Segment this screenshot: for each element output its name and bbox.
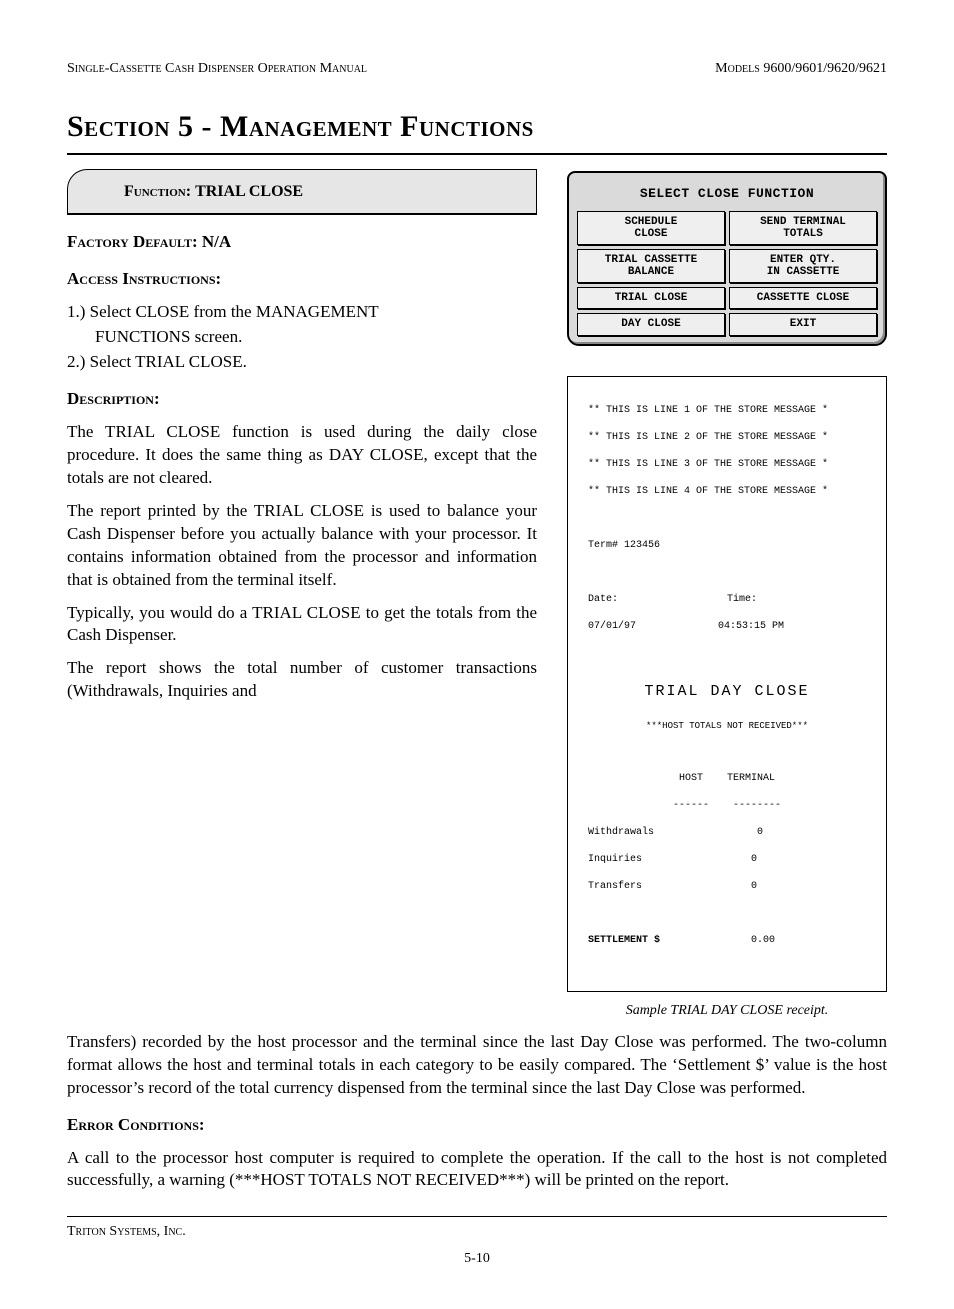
description-p4a: The report shows the total number of cus…: [67, 657, 537, 703]
section-title: Section 5 - Management Functions: [67, 107, 887, 148]
receipt-dash: ------ --------: [588, 799, 866, 813]
footer-company: Triton Systems, Inc.: [67, 1223, 887, 1242]
receipt-caption: Sample TRIAL DAY CLOSE receipt.: [567, 1002, 887, 1021]
rule-under-title: [67, 153, 887, 155]
receipt-settlement-lbl: SETTLEMENT $: [588, 934, 660, 948]
error-paragraph: A call to the processor host computer is…: [67, 1147, 887, 1193]
receipt-msg-1: ** THIS IS LINE 1 OF THE STORE MESSAGE *: [588, 404, 866, 418]
description-label: Description:: [67, 388, 537, 411]
receipt-time-val: 04:53:15 PM: [718, 620, 784, 634]
access-step-1a: 1.) Select CLOSE from the MANAGEMENT: [67, 301, 537, 324]
access-instructions-label: Access Instructions:: [67, 268, 537, 291]
receipt-date-val: 07/01/97: [588, 620, 636, 634]
receipt-term: Term# 123456: [588, 539, 866, 553]
error-conditions-label: Error Conditions:: [67, 1114, 887, 1137]
receipt-msg-2: ** THIS IS LINE 2 OF THE STORE MESSAGE *: [588, 431, 866, 445]
receipt-not-received: ***HOST TOTALS NOT RECEIVED***: [588, 720, 866, 732]
atm-btn-enter-qty-in-cassette[interactable]: ENTER QTY. IN CASSETTE: [729, 249, 877, 283]
running-head-right: Models 9600/9601/9620/9621: [715, 60, 887, 79]
receipt-msg-4: ** THIS IS LINE 4 OF THE STORE MESSAGE *: [588, 485, 866, 499]
function-name: TRIAL CLOSE: [195, 183, 303, 200]
description-p3: Typically, you would do a TRIAL CLOSE to…: [67, 602, 537, 648]
factory-default-label: Factory Default:: [67, 232, 198, 251]
running-head-left: Single-Cassette Cash Dispenser Operation…: [67, 60, 367, 79]
atm-btn-trial-close[interactable]: TRIAL CLOSE: [577, 287, 725, 309]
receipt-msg-3: ** THIS IS LINE 3 OF THE STORE MESSAGE *: [588, 458, 866, 472]
receipt-title: TRIAL DAY CLOSE: [588, 682, 866, 702]
receipt-col-host: HOST: [679, 773, 703, 784]
receipt-row-withdrawals-val: 0: [757, 826, 763, 840]
factory-default-value: N/A: [202, 232, 231, 251]
receipt: ** THIS IS LINE 1 OF THE STORE MESSAGE *…: [567, 376, 887, 992]
page-number: 5-10: [67, 1250, 887, 1269]
description-p2: The report printed by the TRIAL CLOSE is…: [67, 500, 537, 592]
receipt-row-transfers-lbl: Transfers: [588, 880, 642, 894]
receipt-row-transfers-val: 0: [751, 880, 757, 894]
atm-btn-day-close[interactable]: DAY CLOSE: [577, 313, 725, 335]
atm-btn-send-terminal-totals[interactable]: SEND TERMINAL TOTALS: [729, 211, 877, 245]
access-step-2: 2.) Select TRIAL CLOSE.: [67, 351, 537, 374]
atm-btn-schedule-close[interactable]: SCHEDULE CLOSE: [577, 211, 725, 245]
receipt-row-inquiries-val: 0: [751, 853, 757, 867]
receipt-date-lbl: Date:: [588, 593, 618, 607]
access-step-1b: FUNCTIONS screen.: [95, 326, 537, 349]
footer-rule: [67, 1216, 887, 1217]
description-p4b: Transfers) recorded by the host processo…: [67, 1031, 887, 1100]
receipt-col-terminal: TERMINAL: [727, 773, 775, 784]
receipt-time-lbl: Time:: [727, 593, 757, 607]
atm-btn-cassette-close[interactable]: CASSETTE CLOSE: [729, 287, 877, 309]
receipt-row-inquiries-lbl: Inquiries: [588, 853, 642, 867]
receipt-settlement-val: 0.00: [751, 934, 775, 948]
atm-screen-title: SELECT CLOSE FUNCTION: [577, 185, 877, 203]
atm-screen: SELECT CLOSE FUNCTION SCHEDULE CLOSE SEN…: [567, 171, 887, 345]
atm-btn-trial-cassette-balance[interactable]: TRIAL CASSETTE BALANCE: [577, 249, 725, 283]
description-p1: The TRIAL CLOSE function is used during …: [67, 421, 537, 490]
receipt-row-withdrawals-lbl: Withdrawals: [588, 826, 654, 840]
function-tab: Function: TRIAL CLOSE: [67, 169, 537, 215]
function-label: Function:: [124, 183, 191, 200]
atm-btn-exit[interactable]: EXIT: [729, 313, 877, 335]
